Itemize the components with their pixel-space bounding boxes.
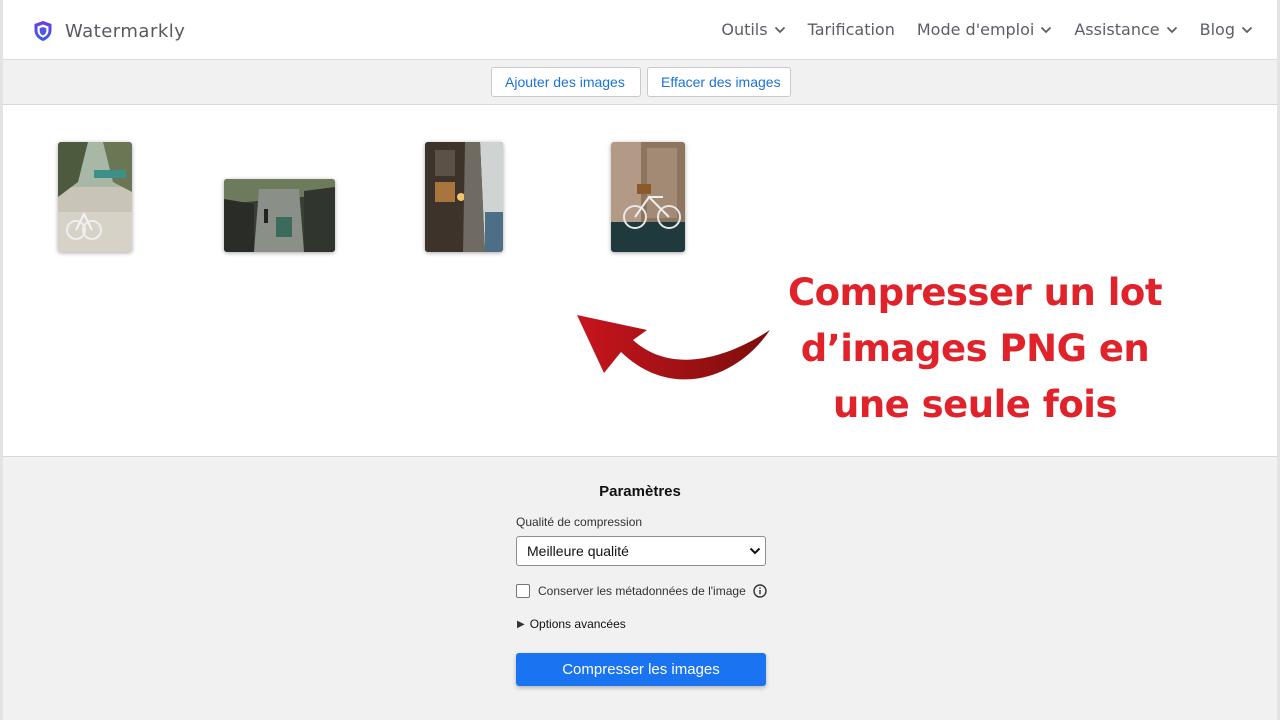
brand-link[interactable]: Watermarkly [33, 18, 185, 44]
image-toolbar: Ajouter des images Effacer des images [3, 60, 1277, 105]
nav-item-tarification[interactable]: Tarification [808, 20, 895, 39]
chevron-down-icon [1241, 26, 1253, 33]
nav-item-outils[interactable]: Outils [721, 20, 785, 39]
brand-name: Watermarkly [65, 20, 186, 42]
triangle-right-icon: ▶ [517, 618, 525, 630]
chevron-down-icon [774, 26, 785, 33]
info-icon[interactable] [753, 584, 767, 598]
settings-panel: Paramètres Qualité de compression Meille… [3, 457, 1277, 720]
image-thumbnail[interactable] [224, 179, 335, 252]
palm-street-photo [58, 142, 132, 252]
page: Watermarkly Outils Tarification Mode d'e… [0, 0, 1280, 720]
headline-line: Compresser un lot [787, 271, 1163, 314]
main-nav: Outils Tarification Mode d'emploi Assist… [699, 20, 1253, 39]
nav-label: Assistance [1074, 20, 1160, 39]
nav-item-blog[interactable]: Blog [1200, 20, 1253, 39]
quality-label: Qualité de compression [516, 515, 643, 529]
chevron-down-icon [749, 547, 761, 555]
nav-label: Tarification [807, 20, 895, 39]
nav-item-mode-d-emploi[interactable]: Mode d'emploi [917, 20, 1053, 39]
advanced-options-toggle[interactable]: ▶ Options avancées [517, 617, 626, 631]
shield-icon [34, 21, 52, 41]
chevron-down-icon [1041, 26, 1052, 33]
red-arrow-graphic [577, 315, 770, 380]
metadata-option: Conserver les métadonnées de l'image [516, 584, 767, 598]
nav-label: Outils [721, 20, 768, 39]
image-thumbnail[interactable] [425, 142, 503, 252]
advanced-options-label: Options avancées [529, 617, 626, 631]
quality-select-value: Meilleure qualité [527, 543, 629, 559]
image-grid: Compresser un lot d’images PNG en une se… [3, 105, 1277, 457]
compress-images-button[interactable]: Compresser les images [516, 653, 766, 686]
nav-label: Blog [1199, 20, 1235, 39]
image-thumbnail[interactable] [58, 142, 132, 252]
quality-select[interactable]: Meilleure qualité [516, 536, 766, 566]
alley-night-photo [425, 142, 503, 252]
promo-headline: Compresser un lot d’images PNG en une se… [773, 265, 1177, 433]
nav-item-assistance[interactable]: Assistance [1074, 20, 1177, 39]
bicycle-wall-photo [611, 142, 685, 252]
market-street-photo [224, 179, 335, 252]
add-images-button[interactable]: Ajouter des images [491, 67, 641, 97]
nav-label: Mode d'emploi [916, 20, 1035, 39]
headline-line: d’images PNG en [800, 327, 1150, 370]
top-navbar: Watermarkly Outils Tarification Mode d'e… [3, 0, 1277, 60]
settings-title: Paramètres [599, 483, 681, 500]
metadata-label: Conserver les métadonnées de l'image [538, 584, 746, 598]
chevron-down-icon [1166, 26, 1177, 33]
clear-images-button[interactable]: Effacer des images [647, 67, 791, 97]
headline-line: une seule fois [833, 383, 1118, 426]
image-thumbnail[interactable] [611, 142, 685, 252]
metadata-checkbox[interactable] [516, 584, 530, 598]
